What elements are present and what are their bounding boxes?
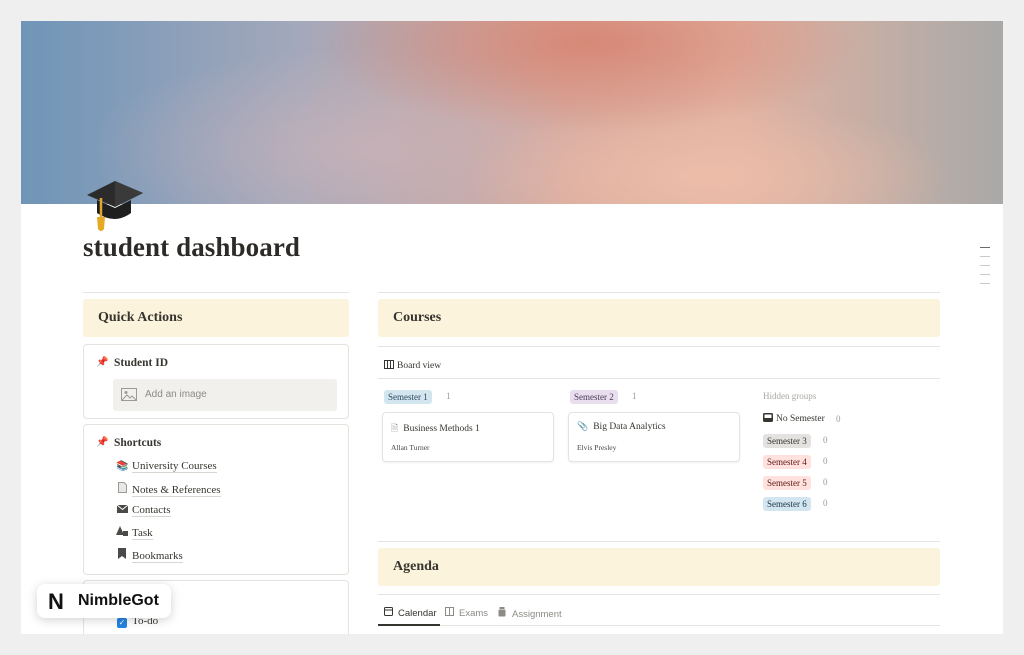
group-count: 0 <box>823 498 828 508</box>
group-count: 0 <box>836 414 841 424</box>
hidden-group-semester-4[interactable]: Semester 4 <box>763 455 811 469</box>
quick-actions-heading: Quick Actions <box>83 299 349 337</box>
course-title: Business Methods 1 <box>403 424 480 434</box>
checkbox-checked-icon[interactable]: ✓ <box>117 618 127 628</box>
tab-exams[interactable]: Exams <box>445 607 488 619</box>
group-tag-semester-1[interactable]: Semester 1 <box>384 390 432 404</box>
group-count: 0 <box>823 435 828 445</box>
hidden-group-semester-3[interactable]: Semester 3 <box>763 434 811 448</box>
group-count: 0 <box>823 456 828 466</box>
group-count: 1 <box>446 391 451 401</box>
tab-assignment[interactable]: Assignment <box>498 607 562 620</box>
jar-icon <box>498 607 508 619</box>
course-title: Big Data Analytics <box>593 422 666 432</box>
graduation-cap-icon[interactable] <box>81 171 145 235</box>
active-tab-indicator <box>378 624 440 626</box>
shortcut-task[interactable]: Task <box>116 526 153 540</box>
agenda-heading: Agenda <box>378 548 940 586</box>
paperclip-icon: 📎 <box>577 421 589 431</box>
student-id-callout: 📌 Student ID Add an image <box>83 344 349 419</box>
add-image-placeholder[interactable]: Add an image <box>113 379 337 411</box>
board-view-tab[interactable]: Board view <box>384 360 441 371</box>
course-card[interactable]: 📎 Big Data Analytics Elvis Presley <box>568 412 740 462</box>
group-tag-semester-2[interactable]: Semester 2 <box>570 390 618 404</box>
page-icon: 🗎 <box>391 423 399 433</box>
page-icon <box>116 482 128 496</box>
envelope-icon <box>116 504 128 516</box>
nimblegot-logo: N NimbleGot <box>37 584 171 618</box>
shortcut-bookmarks[interactable]: Bookmarks <box>116 548 183 563</box>
divider <box>378 346 940 347</box>
page-cover[interactable] <box>21 21 1003 204</box>
add-image-label: Add an image <box>145 389 207 400</box>
divider <box>83 292 349 293</box>
calendar-icon <box>384 607 394 618</box>
tab-calendar[interactable]: Calendar <box>384 607 437 619</box>
student-id-title: Student ID <box>114 357 169 369</box>
shortcut-notes-references[interactable]: Notes & References <box>116 482 221 497</box>
hidden-groups-label: Hidden groups <box>763 391 817 401</box>
hidden-group-semester-6[interactable]: Semester 6 <box>763 497 811 511</box>
group-count: 1 <box>632 391 637 401</box>
image-icon <box>121 388 137 401</box>
hidden-group-no-semester[interactable]: No Semester <box>763 413 825 424</box>
shortcuts-title: Shortcuts <box>114 437 162 449</box>
hidden-group-semester-5[interactable]: Semester 5 <box>763 476 811 490</box>
nimblegot-mark: N <box>48 589 64 614</box>
bookmark-icon <box>116 548 128 562</box>
divider <box>378 378 940 379</box>
course-person: Allan Turner <box>391 443 430 452</box>
shortcuts-callout: 📌 Shortcuts 📚 University Courses Notes & … <box>83 424 349 575</box>
nimblegot-brand: NimbleGot <box>78 592 159 609</box>
shortcut-contacts[interactable]: Contacts <box>116 504 171 517</box>
shortcut-university-courses[interactable]: 📚 University Courses <box>116 460 217 473</box>
divider <box>378 292 940 293</box>
board-view-icon <box>384 360 394 369</box>
inbox-icon <box>763 413 773 422</box>
group-count: 0 <box>823 477 828 487</box>
notion-page: student dashboard Quick Actions 📌 Studen… <box>21 21 1003 634</box>
pushpin-icon: 📌 <box>96 357 109 368</box>
course-person: Elvis Presley <box>577 443 617 452</box>
divider <box>378 625 940 626</box>
shapes-icon <box>116 526 128 539</box>
pushpin-icon: 📌 <box>96 437 109 448</box>
table-of-contents-indicator[interactable] <box>980 247 990 292</box>
divider <box>378 594 940 595</box>
course-card[interactable]: 🗎 Business Methods 1 Allan Turner <box>382 412 554 462</box>
divider <box>378 541 940 542</box>
page-title: student dashboard <box>83 232 301 262</box>
book-icon <box>445 607 455 618</box>
books-icon: 📚 <box>116 461 129 472</box>
courses-heading: Courses <box>378 299 940 337</box>
